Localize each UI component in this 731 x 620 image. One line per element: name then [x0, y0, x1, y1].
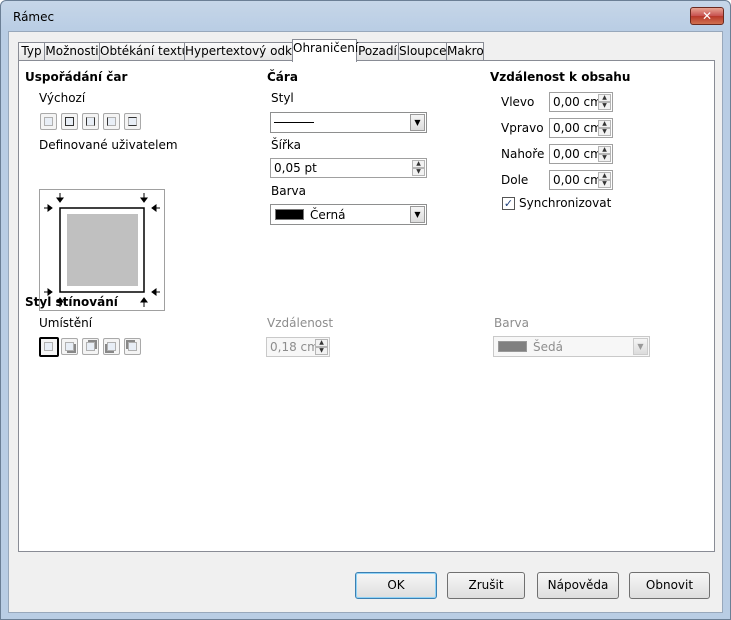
tab-ohraniceni[interactable]: Ohraničení: [292, 39, 358, 62]
border-preset-left-right[interactable]: [103, 113, 120, 130]
tab-panel-borders: Uspořádání čar Výchozí Definované uživat…: [18, 60, 715, 552]
tab-moznosti[interactable]: Možnosti: [44, 42, 100, 61]
chevron-down-icon[interactable]: ▼: [410, 206, 425, 223]
dialog-window: Rámec ✕ Typ Možnosti Obtékání textu Hype…: [0, 0, 731, 620]
spin-up-icon[interactable]: ▲: [412, 160, 425, 168]
line-color-label: Barva: [271, 184, 306, 198]
line-width-value: 0,05 pt: [274, 161, 317, 175]
line-width-field[interactable]: 0,05 pt ▲ ▼: [270, 158, 427, 178]
shadow-color-value: Šedá: [533, 340, 563, 354]
line-color-swatch: [275, 209, 304, 220]
line-arrangement-title: Uspořádání čar: [25, 70, 128, 84]
spin-up-icon[interactable]: ▲: [598, 172, 611, 180]
tab-obtekani-textu[interactable]: Obtékání textu: [99, 42, 189, 61]
border-preset-none[interactable]: [40, 113, 57, 130]
user-defined-label: Definované uživatelem: [39, 138, 178, 152]
line-style-select[interactable]: ▼: [270, 112, 427, 133]
tab-pozadi[interactable]: Pozadí: [356, 42, 399, 61]
reset-button[interactable]: Obnovit: [629, 572, 710, 599]
spin-down-icon[interactable]: ▼: [598, 180, 611, 188]
chevron-down-icon[interactable]: ▼: [410, 114, 425, 131]
spacing-top-value: 0,00 cm: [553, 147, 602, 161]
border-preview-drawing: [44, 193, 160, 307]
shadow-color-label: Barva: [494, 316, 529, 330]
spin-down-icon[interactable]: ▼: [598, 102, 611, 110]
spin-down-icon[interactable]: ▼: [598, 154, 611, 162]
spacing-bottom-label: Dole: [501, 173, 529, 187]
border-preset-top-bottom[interactable]: [124, 113, 141, 130]
spin-up-icon[interactable]: ▲: [598, 120, 611, 128]
border-preset-box[interactable]: [61, 113, 78, 130]
tab-hypertextovy-odkaz[interactable]: Hypertextový odkaz: [184, 42, 305, 61]
close-icon[interactable]: ✕: [690, 7, 724, 25]
spacing-left-field[interactable]: 0,00 cm ▲ ▼: [549, 92, 613, 112]
shadow-distance-value: 0,18 cm: [270, 340, 319, 354]
shadow-bottom-left-button[interactable]: [103, 338, 120, 355]
spacing-top-field[interactable]: 0,00 cm ▲ ▼: [549, 144, 613, 164]
shadow-bottom-right-button[interactable]: [61, 338, 78, 355]
border-preset-box-inner[interactable]: [82, 113, 99, 130]
spacing-right-value: 0,00 cm: [553, 121, 602, 135]
window-title: Rámec: [13, 10, 55, 24]
shadow-distance-label: Vzdálenost: [267, 316, 334, 330]
spacing-left-value: 0,00 cm: [553, 95, 602, 109]
spacing-right-field[interactable]: 0,00 cm ▲ ▼: [549, 118, 613, 138]
spacing-top-label: Nahoře: [501, 147, 545, 161]
shadow-color-swatch: [498, 341, 527, 352]
synchronize-label: Synchronizovat: [519, 196, 612, 210]
shadow-distance-field[interactable]: 0,18 cm ▲ ▼: [266, 337, 330, 357]
shadow-title: Styl stínování: [25, 295, 118, 309]
spin-up-icon[interactable]: ▲: [315, 339, 328, 347]
spin-up-icon[interactable]: ▲: [598, 94, 611, 102]
spacing-bottom-field[interactable]: 0,00 cm ▲ ▼: [549, 170, 613, 190]
line-style-sample: [274, 122, 314, 123]
line-color-select[interactable]: Černá ▼: [270, 204, 427, 225]
spin-down-icon[interactable]: ▼: [315, 347, 328, 355]
line-style-label: Styl: [271, 91, 294, 105]
shadow-position-label: Umístění: [39, 316, 93, 330]
tab-typ[interactable]: Typ: [18, 42, 45, 61]
spacing-bottom-value: 0,00 cm: [553, 173, 602, 187]
default-label: Výchozí: [39, 91, 86, 105]
shadow-color-select[interactable]: Šedá ▼: [493, 336, 650, 357]
line-title: Čára: [267, 70, 298, 84]
border-preview[interactable]: [39, 189, 165, 311]
help-button[interactable]: Nápověda: [537, 572, 619, 599]
line-color-value: Černá: [310, 208, 346, 222]
synchronize-checkbox[interactable]: ✓: [502, 197, 515, 210]
tab-makro[interactable]: Makro: [446, 42, 484, 61]
ok-button[interactable]: OK: [355, 572, 437, 599]
shadow-top-left-button[interactable]: [124, 338, 141, 355]
spacing-title: Vzdálenost k obsahu: [490, 70, 631, 84]
shadow-none-button[interactable]: [39, 337, 59, 357]
chevron-down-icon[interactable]: ▼: [633, 338, 648, 355]
line-width-label: Šířka: [271, 138, 301, 152]
spin-down-icon[interactable]: ▼: [412, 168, 425, 176]
tab-sloupce[interactable]: Sloupce: [398, 42, 447, 61]
spin-up-icon[interactable]: ▲: [598, 146, 611, 154]
cancel-button[interactable]: Zrušit: [447, 572, 525, 599]
dialog-client: Typ Možnosti Obtékání textu Hypertextový…: [8, 31, 723, 613]
title-bar[interactable]: Rámec ✕: [1, 1, 730, 35]
shadow-top-right-button[interactable]: [82, 338, 99, 355]
spacing-right-label: Vpravo: [501, 121, 544, 135]
spin-down-icon[interactable]: ▼: [598, 128, 611, 136]
spacing-left-label: Vlevo: [501, 95, 535, 109]
